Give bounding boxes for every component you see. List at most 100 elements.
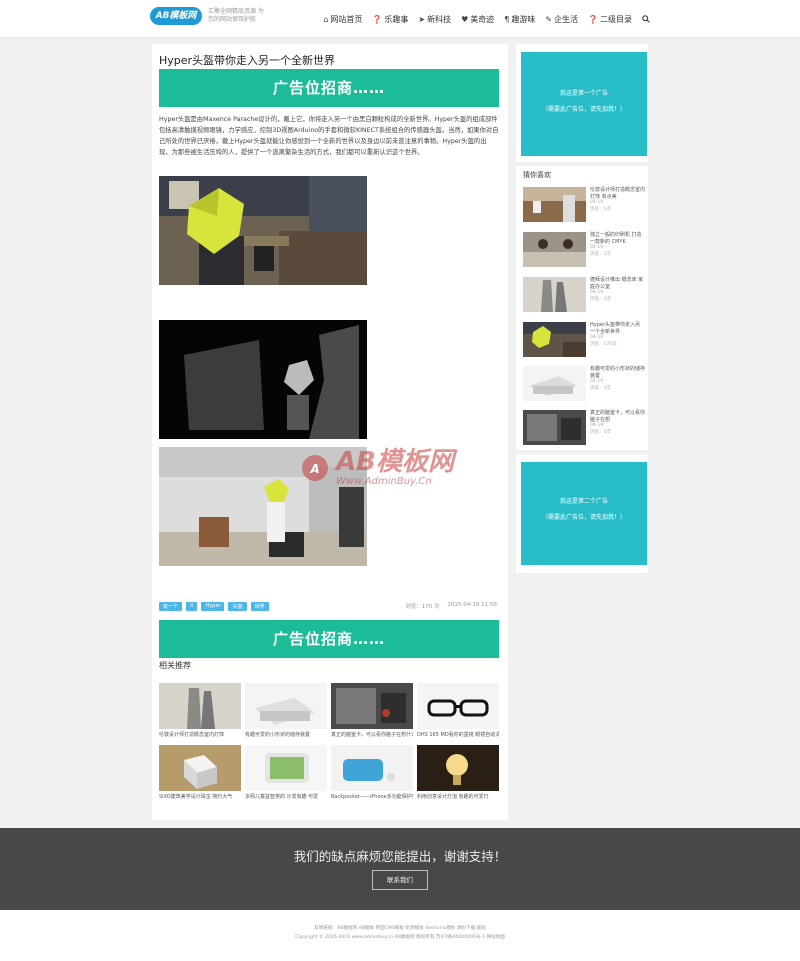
sidebar-item[interactable]: 伦敦设计师打造概念室内灯饰 有点美 04-19 浏览：1次 [523, 187, 645, 225]
related-grid: 伦敦设计师打造概念室内灯饰 有趣可爱的小形状的储存装置 真正的脑室卡，可以看你脑… [159, 683, 500, 803]
sidebar-item-views: 浏览：5次 [590, 429, 611, 435]
sidebar-item-views: 浏览：3次 [590, 296, 611, 302]
nav-label: 美奇迹 [470, 14, 495, 24]
related-thumb[interactable] [331, 745, 413, 791]
related-item[interactable]: 有趣可爱的小形状的储存装置 [245, 683, 327, 741]
logo[interactable]: AB模板网 汇聚全网精品资源 为您的网站保驾护航 [150, 7, 268, 25]
sidebar-item-title[interactable]: Hyper头盔带你走入另一个全新世界 [590, 322, 645, 335]
heart-icon: ♥ [461, 14, 469, 24]
nav-item-miracle[interactable]: ♥ 美奇迹 [461, 14, 494, 25]
related-caption[interactable]: DHS 165 MD看你的墨镜 眼镜自动清洗 [417, 731, 499, 739]
sidebar-ad-2[interactable]: 我这是第二个广告 （需要此广告位，请先加我！） [521, 462, 647, 565]
view-count: 浏览：170 次 [405, 604, 440, 610]
footer-bottom: 友情链接：AB模板网 AB模板 帝国CMS模板 织梦模板 dedecms模板 源… [0, 910, 800, 961]
search-icon[interactable] [642, 15, 650, 23]
sidebar-item-date: 04-19 [590, 200, 604, 206]
logo-mark[interactable]: AB模板网 [150, 7, 202, 25]
help-icon: ❓ [372, 14, 383, 24]
related-item[interactable]: DHS 165 MD看你的墨镜 眼镜自动清洗 [417, 683, 499, 741]
sidebar-thumb[interactable] [523, 187, 586, 222]
sidebar-item[interactable]: 真正的脑室卡，可以看你脑子在想 04-19 浏览：5次 [523, 410, 645, 448]
nav-item-fun[interactable]: ❓ 乐趣事 [372, 14, 408, 25]
related-item[interactable]: 多网儿童益智类的 沙发有趣 可爱 [245, 745, 327, 803]
related-thumb[interactable] [417, 745, 499, 791]
sidebar-item-title[interactable]: 伦敦设计师打造概念室内灯饰 有点美 [590, 187, 645, 200]
sidebar-item-views: 浏览：2次 [590, 251, 611, 257]
related-item[interactable]: 真正的脑室卡，可以看你脑子在想什么 [331, 683, 413, 741]
article-body: Hyper头盔是由Maxence Parache设计的，戴上它，你将走入另一个由… [159, 114, 499, 158]
related-caption[interactable]: 伦敦设计师打造概念室内灯饰 [159, 731, 241, 739]
related-thumb[interactable] [417, 683, 499, 729]
related-thumb[interactable] [245, 683, 327, 729]
sidebar-item[interactable]: Hyper头盔带你走入另一个全新世界 04-19 浏览：170次 [523, 322, 645, 360]
related-thumb[interactable] [159, 683, 241, 729]
sidebar-item-title[interactable]: 独立一般的印刷机 打造一款新的 CMYK [590, 232, 645, 245]
contact-button[interactable]: 联系我们 [372, 870, 428, 890]
sidebar-item-title[interactable]: 有趣可爱的小形状的储存装置 [590, 366, 645, 379]
article-image-1 [159, 176, 367, 285]
footer-copyright: Copyright © 2015-2016 www.adminbuy.cn AB… [295, 935, 505, 940]
sidebar-thumb[interactable] [523, 410, 586, 445]
sidebar-thumb[interactable] [523, 232, 586, 267]
related-caption[interactable]: Backpocket——iPhone多功能保护壳 [331, 793, 413, 801]
watermark-text: AB模板网 [336, 447, 454, 477]
related-caption[interactable]: 多网儿童益智类的 沙发有趣 可爱 [245, 793, 327, 801]
related-thumb[interactable] [159, 745, 241, 791]
send-icon: ➤ [418, 14, 426, 24]
related-item[interactable]: SIXO建筑美学设计珠宝 简约大气 [159, 745, 241, 803]
tag[interactable]: 头盔 [228, 602, 247, 611]
sidebar-ad-line: （需要此广告位，请先加我！） [541, 106, 626, 113]
sidebar-item[interactable]: 独立一般的印刷机 打造一款新的 CMYK 04-19 浏览：2次 [523, 232, 645, 270]
tag[interactable]: Hyper [201, 602, 225, 611]
sidebar-item-views: 浏览：170次 [590, 341, 617, 347]
nav-label: 网站首页 [330, 14, 363, 24]
nav-item-tech[interactable]: ➤ 新科技 [418, 14, 451, 25]
tag[interactable]: 世界 [250, 602, 269, 611]
article-paragraph: Hyper头盔是由Maxence Parache设计的，戴上它，你将走入另一个由… [159, 116, 499, 156]
sidebar-ad-1[interactable]: 我这是第一个广告 （需要此广告位，请先加我！） [521, 52, 647, 156]
sidebar-item-date: 04-19 [590, 245, 604, 251]
related-item[interactable]: 利用创意设计灯泡 有趣的可爱灯 [417, 745, 499, 803]
tag[interactable]: X [186, 602, 198, 611]
ad-banner[interactable]: 广告位招商…… [159, 69, 499, 107]
home-icon: ⌂ [323, 14, 329, 24]
related-thumb[interactable] [245, 745, 327, 791]
sidebar-thumb[interactable] [523, 366, 586, 401]
article-panel: Hyper头盔带你走入另一个全新世界 广告位招商…… Hyper头盔是由Maxe… [152, 44, 508, 820]
related-title: 相关推荐 [159, 661, 191, 670]
article-title: Hyper头盔带你走入另一个全新世界 [159, 54, 336, 67]
sidebar-item[interactable]: 德拜设计推出 概念床 家庭办公室 04-19 浏览：3次 [523, 277, 645, 315]
ad-banner-2[interactable]: 广告位招商…… [159, 620, 499, 658]
related-item[interactable]: Backpocket——iPhone多功能保护壳 [331, 745, 413, 803]
nav-item-taste[interactable]: ¶ 趣游味 [504, 14, 535, 25]
article-image-2 [159, 320, 367, 439]
tag-list: 有一个 X Hyper 头盔 世界 [159, 602, 269, 611]
nav-item-home[interactable]: ⌂ 网站首页 [323, 14, 362, 25]
footer-contact-band: 我们的缺点麻烦您能提出，谢谢支持！ 联系我们 [0, 828, 800, 910]
sidebar-item-title[interactable]: 德拜设计推出 概念床 家庭办公室 [590, 277, 645, 290]
sidebar-item[interactable]: 有趣可爱的小形状的储存装置 04-19 浏览：4次 [523, 366, 645, 404]
nav-label: 乐趣事 [384, 14, 409, 24]
publish-date: 2015-04-19 11:56 [447, 602, 497, 608]
sidebar-item-title[interactable]: 真正的脑室卡，可以看你脑子在想 [590, 410, 645, 423]
nav-item-sub[interactable]: ❓ 二级目录 [588, 14, 632, 25]
related-item[interactable]: 伦敦设计师打造概念室内灯饰 [159, 683, 241, 741]
related-caption[interactable]: 有趣可爱的小形状的储存装置 [245, 731, 327, 739]
tag-icon: ✎ [545, 14, 553, 24]
sidebar-item-date: 04-19 [590, 335, 604, 341]
sidebar-ad-line: 我这是第一个广告 [559, 90, 608, 97]
sidebar-item-date: 04-19 [590, 379, 604, 385]
related-caption[interactable]: 利用创意设计灯泡 有趣的可爱灯 [417, 793, 499, 801]
watermark-logo-icon: A [302, 454, 328, 481]
related-caption[interactable]: 真正的脑室卡，可以看你脑子在想什么 [331, 731, 413, 739]
svg-text:A: A [309, 462, 319, 476]
tag[interactable]: 有一个 [159, 602, 183, 611]
related-thumb[interactable] [331, 683, 413, 729]
related-caption[interactable]: SIXO建筑美学设计珠宝 简约大气 [159, 793, 241, 801]
search-button[interactable] [642, 15, 650, 23]
sidebar-thumb[interactable] [523, 322, 586, 357]
article-meta: 浏览：170 次 2015-04-19 11:56 [405, 602, 497, 610]
sidebar-thumb[interactable] [523, 277, 586, 312]
footer-links[interactable]: 友情链接：AB模板网 AB模板 帝国CMS模板 织梦模板 dedecms模板 源… [0, 925, 800, 931]
nav-item-life[interactable]: ✎ 企生活 [545, 14, 578, 25]
